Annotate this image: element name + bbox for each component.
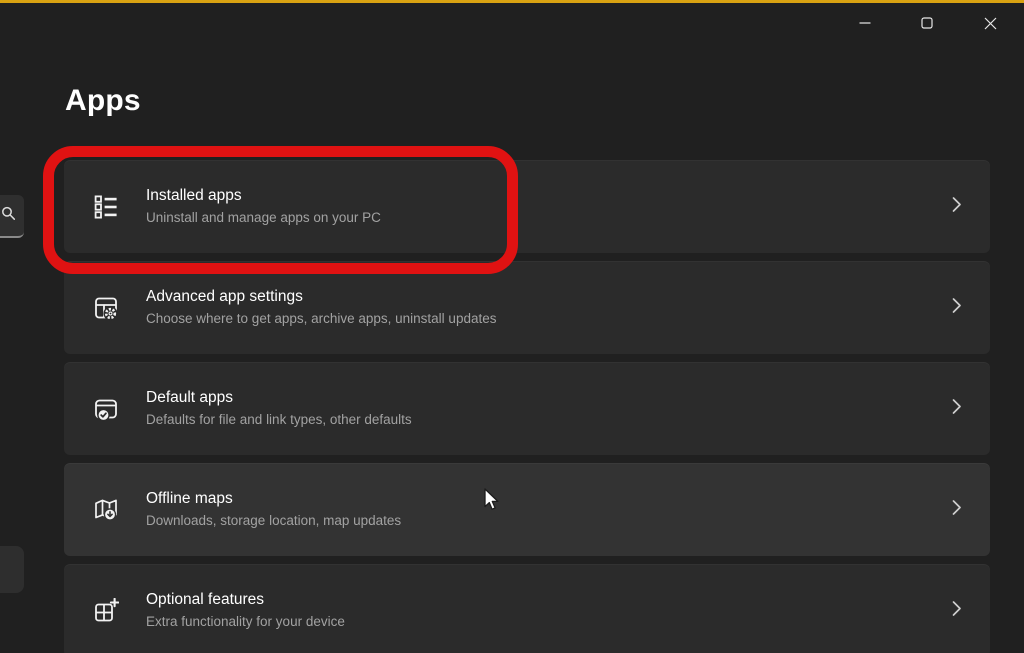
settings-row-optional-features[interactable]: Optional features Extra functionality fo… [64, 564, 990, 653]
close-button[interactable] [967, 3, 1013, 43]
row-subtitle: Choose where to get apps, archive apps, … [146, 311, 496, 327]
chevron-right-icon [952, 297, 962, 318]
offline-maps-icon [93, 497, 119, 523]
settings-window: Apps Installed apps Uninstall and manage… [0, 0, 1024, 653]
search-input[interactable] [0, 195, 24, 238]
search-icon [0, 206, 16, 226]
row-title: Advanced app settings [146, 288, 496, 306]
row-title: Optional features [146, 591, 345, 609]
advanced-app-settings-icon [93, 295, 119, 321]
default-apps-icon [93, 396, 119, 422]
settings-row-default-apps[interactable]: Default apps Defaults for file and link … [64, 362, 990, 455]
title-bar [0, 3, 1024, 47]
close-icon [984, 17, 997, 30]
chevron-right-icon [952, 398, 962, 419]
minimize-button[interactable] [842, 3, 888, 43]
chevron-right-icon [952, 196, 962, 217]
chevron-right-icon [952, 600, 962, 621]
settings-row-installed-apps[interactable]: Installed apps Uninstall and manage apps… [64, 160, 990, 253]
installed-apps-icon [93, 194, 119, 220]
sidebar-item-fragment[interactable] [0, 546, 24, 593]
maximize-button[interactable] [904, 3, 950, 43]
row-title: Offline maps [146, 490, 401, 508]
chevron-right-icon [952, 499, 962, 520]
row-title: Default apps [146, 389, 412, 407]
row-subtitle: Defaults for file and link types, other … [146, 412, 412, 428]
optional-features-icon [93, 598, 119, 624]
row-subtitle: Extra functionality for your device [146, 614, 345, 630]
page-title: Apps [65, 84, 141, 118]
settings-row-offline-maps[interactable]: Offline maps Downloads, storage location… [64, 463, 990, 556]
settings-row-advanced-app-settings[interactable]: Advanced app settings Choose where to ge… [64, 261, 990, 354]
row-subtitle: Downloads, storage location, map updates [146, 513, 401, 529]
minimize-icon [859, 17, 871, 29]
row-subtitle: Uninstall and manage apps on your PC [146, 210, 381, 226]
maximize-icon [921, 17, 933, 29]
row-title: Installed apps [146, 187, 381, 205]
